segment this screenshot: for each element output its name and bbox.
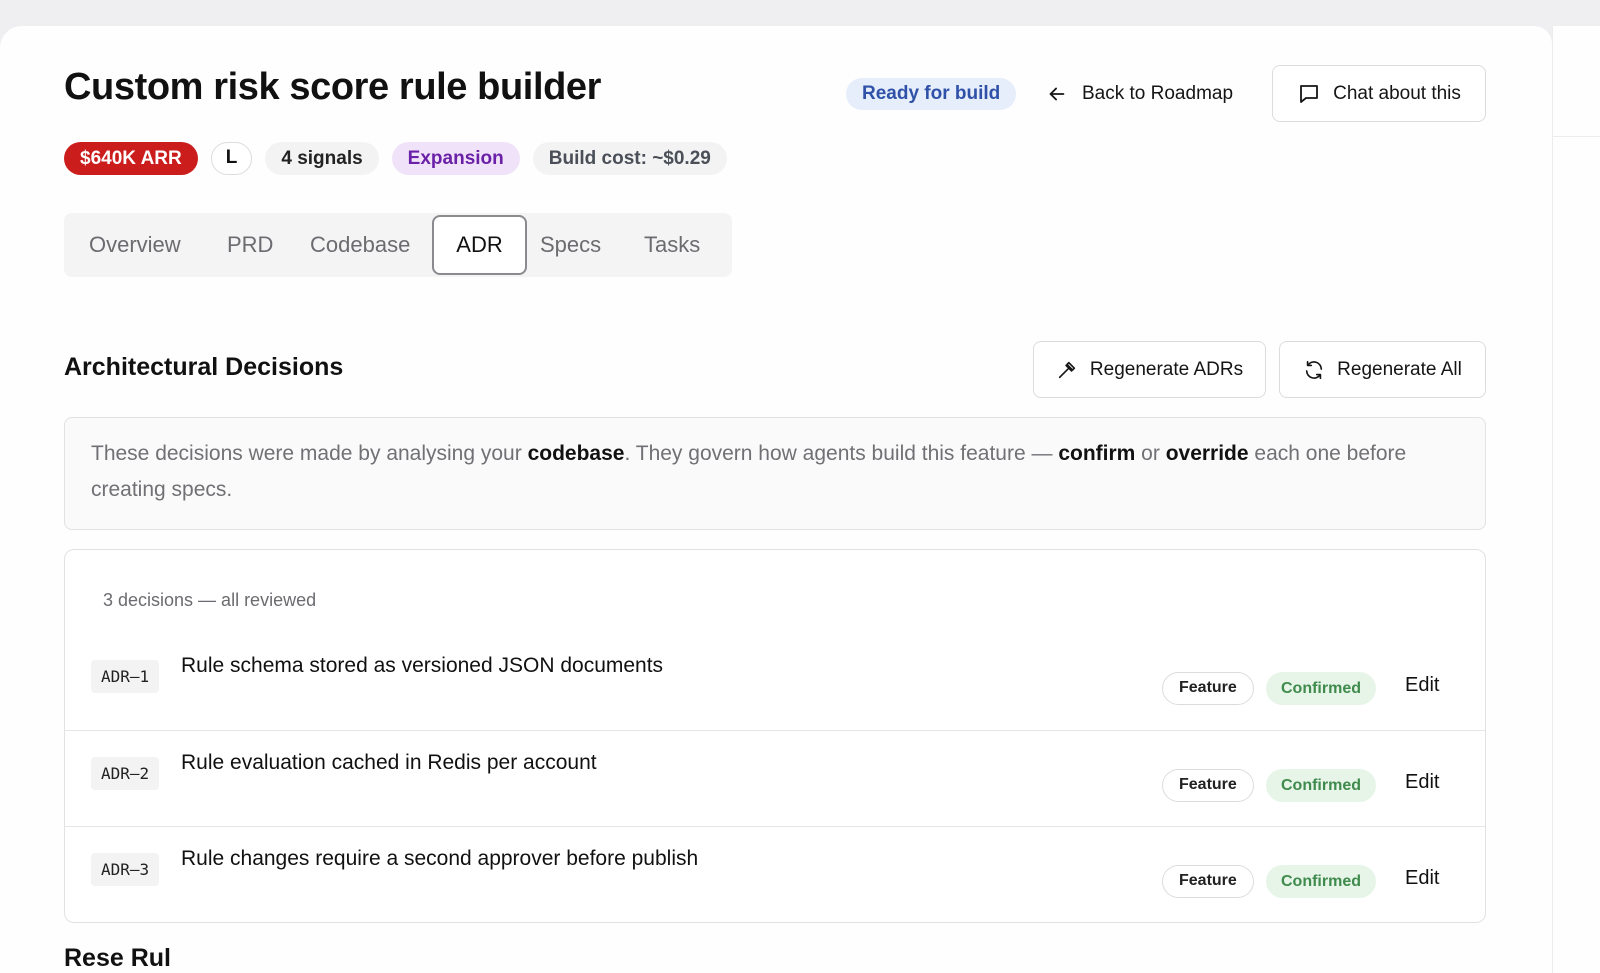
chat-bubble-icon	[1300, 84, 1318, 103]
adr-id: ADR–3	[91, 853, 160, 886]
tab-tasks[interactable]: Tasks	[644, 213, 700, 277]
tab-prd[interactable]: PRD	[227, 213, 273, 277]
signals-badge: 4 signals	[265, 142, 379, 175]
back-to-roadmap-link[interactable]: Back to Roadmap	[1046, 78, 1233, 110]
adr-title: Rule schema stored as versioned JSON doc…	[181, 654, 664, 677]
info-text-2: . They govern how agents build this feat…	[624, 442, 1059, 465]
regenerate-all-button[interactable]: Regenerate All	[1279, 341, 1486, 398]
regenerate-adrs-button[interactable]: Regenerate ADRs	[1033, 341, 1266, 398]
meta-chips: $640K ARR L 4 signals Expansion Build co…	[64, 142, 727, 175]
tab-overview[interactable]: Overview	[89, 213, 181, 277]
type-badge: Feature	[1162, 865, 1254, 898]
edge-divider	[1553, 136, 1600, 137]
keyword-codebase: codebase	[527, 442, 625, 465]
decisions-list: 3 decisions — all reviewed ADR–1 Rule sc…	[64, 549, 1486, 923]
status-badge-confirmed: Confirmed	[1266, 865, 1376, 898]
status-badge-confirmed: Confirmed	[1266, 672, 1376, 705]
adr-id: ADR–2	[91, 757, 160, 790]
next-section-title: Rese Rul	[64, 944, 171, 972]
info-callout: These decisions were made by analysing y…	[64, 417, 1486, 530]
size-badge: L	[210, 142, 253, 175]
arr-badge: $640K ARR	[64, 142, 198, 175]
adr-title: Rule changes require a second approver b…	[181, 847, 699, 870]
tab-specs[interactable]: Specs	[540, 213, 601, 277]
hammer-icon	[1058, 361, 1076, 378]
keyword-override: override	[1165, 442, 1249, 465]
page-title: Custom risk score rule builder	[64, 66, 602, 108]
edit-button[interactable]: Edit	[1405, 771, 1439, 794]
edit-button[interactable]: Edit	[1405, 867, 1439, 890]
adr-id: ADR–1	[91, 660, 160, 693]
adr-row: ADR–3 Rule changes require a second appr…	[65, 826, 1485, 922]
tab-codebase[interactable]: Codebase	[310, 213, 410, 277]
chat-about-this-button[interactable]: Chat about this	[1272, 65, 1486, 122]
build-cost-badge: Build cost: ~$0.29	[532, 142, 727, 175]
section-title: Architectural Decisions	[64, 353, 344, 381]
regenerate-adrs-label: Regenerate ADRs	[1089, 358, 1244, 380]
tab-bar: Overview PRD Codebase ADR Specs Tasks	[64, 213, 732, 277]
status-badge: Ready for build	[846, 78, 1017, 110]
refresh-icon	[1306, 360, 1323, 379]
type-badge: Feature	[1162, 769, 1254, 802]
category-badge: Expansion	[391, 142, 520, 175]
status-badge-confirmed: Confirmed	[1266, 769, 1376, 802]
regenerate-all-label: Regenerate All	[1337, 358, 1462, 380]
adr-row: ADR–2 Rule evaluation cached in Redis pe…	[65, 730, 1485, 826]
chat-about-this-label: Chat about this	[1333, 82, 1461, 104]
tab-adr[interactable]: ADR	[432, 215, 527, 275]
info-text-1: These decisions were made by analysing y…	[91, 442, 528, 465]
adr-title: Rule evaluation cached in Redis per acco…	[181, 751, 597, 774]
info-text-3: or	[1135, 442, 1166, 465]
arrow-left-icon	[1049, 87, 1065, 101]
edit-button[interactable]: Edit	[1405, 674, 1439, 697]
keyword-confirm: confirm	[1058, 442, 1136, 465]
type-badge: Feature	[1162, 672, 1254, 705]
right-edge-panel	[1552, 26, 1600, 973]
decisions-count: 3 decisions — all reviewed	[103, 590, 317, 610]
back-to-roadmap-label: Back to Roadmap	[1082, 83, 1234, 104]
adr-row: ADR–1 Rule schema stored as versioned JS…	[65, 634, 1485, 730]
